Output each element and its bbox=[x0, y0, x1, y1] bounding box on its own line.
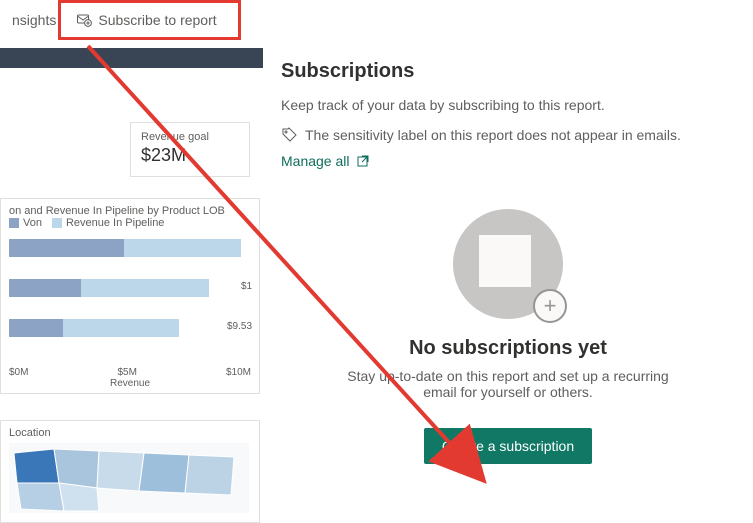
report-header-band bbox=[0, 48, 263, 68]
empty-state-icon: + bbox=[453, 209, 563, 319]
chart-legend: Von Revenue In Pipeline bbox=[9, 217, 251, 229]
subscribe-button[interactable]: Subscribe to report bbox=[68, 8, 224, 32]
card-label: Revenue goal bbox=[141, 131, 239, 143]
map-title: Location bbox=[9, 427, 251, 439]
manage-all-link[interactable]: Manage all bbox=[281, 153, 735, 169]
bar-chart[interactable]: on and Revenue In Pipeline by Product LO… bbox=[0, 198, 260, 394]
bar-row: $1 bbox=[9, 275, 251, 301]
panel-subtitle: Keep track of your data by subscribing t… bbox=[281, 97, 735, 113]
legend-label-won: Von bbox=[23, 217, 42, 229]
report-left-pane: nsights Subscribe to report Revenue goal… bbox=[0, 0, 263, 520]
sensitivity-text: The sensitivity label on this report doe… bbox=[305, 127, 681, 143]
legend-swatch-won bbox=[9, 218, 19, 228]
tick: $10M bbox=[226, 367, 251, 378]
tag-icon bbox=[281, 127, 297, 143]
tick: $5M bbox=[117, 367, 136, 378]
bars-area: $1 $9.53 bbox=[9, 235, 251, 365]
subscribe-icon bbox=[76, 12, 92, 28]
toolbar: nsights Subscribe to report bbox=[0, 0, 263, 40]
insights-label: nsights bbox=[12, 12, 56, 28]
plus-icon: + bbox=[533, 289, 567, 323]
empty-state-desc: Stay up-to-date on this report and set u… bbox=[343, 368, 673, 400]
bar-value-label: $1 bbox=[241, 281, 252, 292]
subscribe-label: Subscribe to report bbox=[98, 12, 216, 28]
external-link-icon bbox=[356, 154, 370, 168]
bar-row: $9.53 bbox=[9, 315, 251, 341]
subscriptions-panel: Subscriptions Keep track of your data by… bbox=[263, 0, 753, 520]
sensitivity-info: The sensitivity label on this report doe… bbox=[281, 127, 735, 143]
tick: $0M bbox=[9, 367, 28, 378]
create-subscription-button[interactable]: Create a subscription bbox=[424, 428, 592, 464]
empty-state: + No subscriptions yet Stay up-to-date o… bbox=[281, 209, 735, 464]
bar-row bbox=[9, 235, 251, 261]
empty-state-title: No subscriptions yet bbox=[281, 337, 735, 360]
legend-label-pipeline: Revenue In Pipeline bbox=[66, 217, 164, 229]
bar-won bbox=[9, 319, 63, 337]
insights-button[interactable]: nsights bbox=[4, 8, 64, 32]
card-value: $23M bbox=[141, 145, 239, 166]
map-chart[interactable]: Location bbox=[0, 420, 260, 523]
panel-title: Subscriptions bbox=[281, 60, 735, 83]
bar-won bbox=[9, 279, 81, 297]
bar-won bbox=[9, 239, 124, 257]
manage-all-label: Manage all bbox=[281, 153, 350, 169]
card-revenue-goal[interactable]: Revenue goal $23M bbox=[130, 122, 250, 177]
x-axis: $0M $5M $10M bbox=[9, 367, 251, 378]
x-axis-title: Revenue bbox=[9, 378, 251, 389]
map-svg bbox=[9, 443, 249, 513]
legend-swatch-pipeline bbox=[52, 218, 62, 228]
chart-title: on and Revenue In Pipeline by Product LO… bbox=[9, 205, 251, 217]
bar-value-label: $9.53 bbox=[227, 321, 252, 332]
